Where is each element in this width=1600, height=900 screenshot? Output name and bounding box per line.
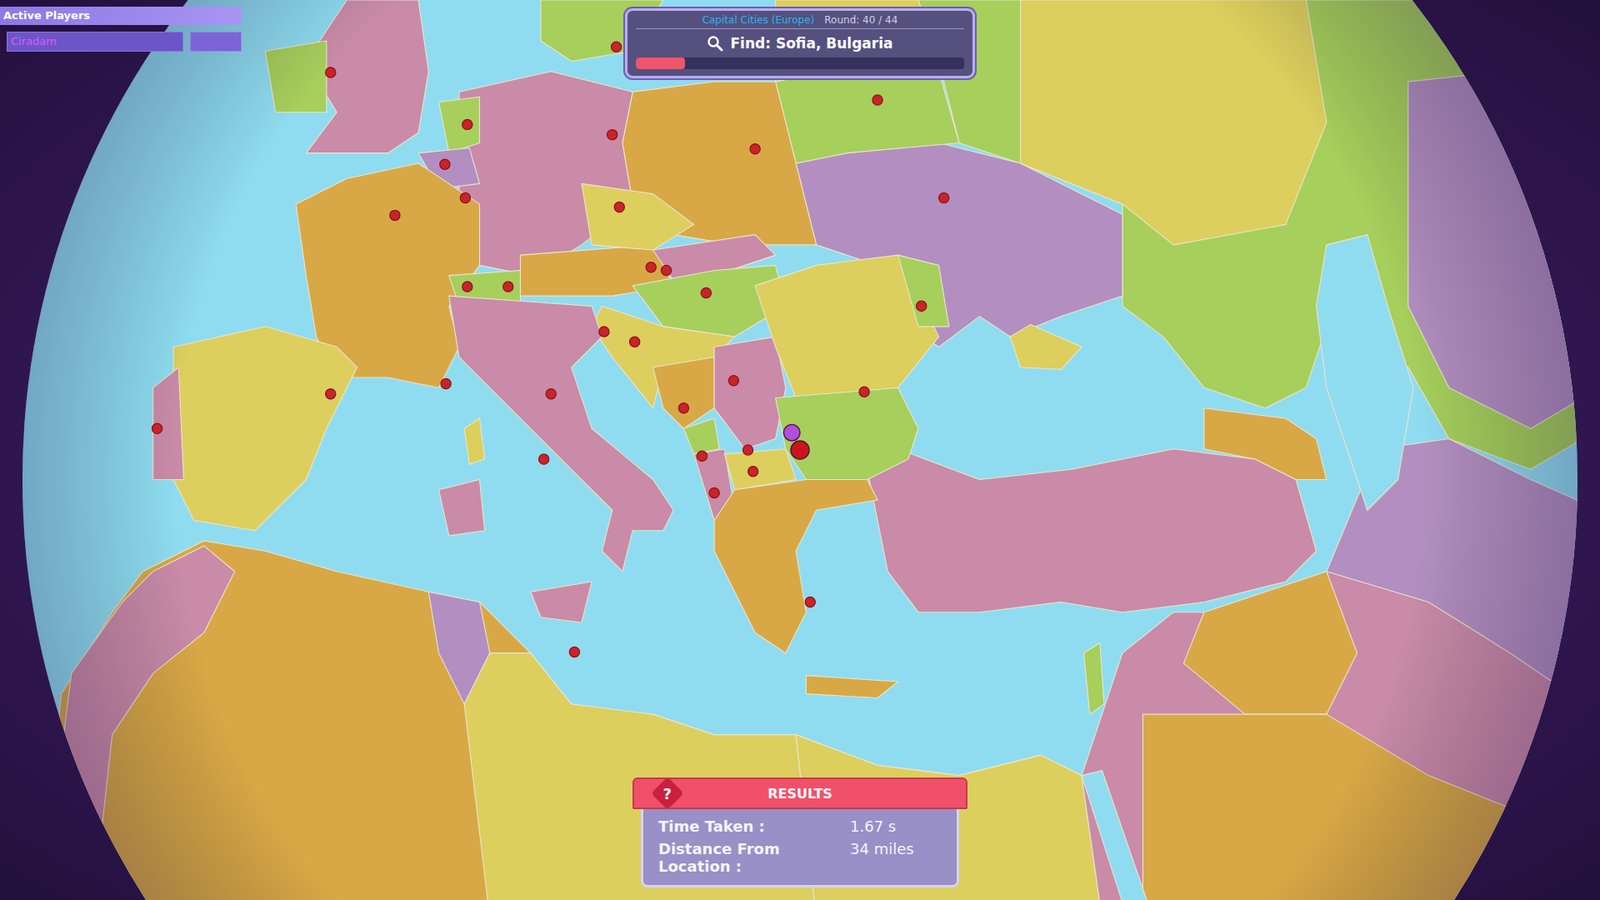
result-value: 34 miles [850, 840, 942, 875]
players-panel: Active Players Ciradam [0, 6, 242, 52]
capital-pin [460, 192, 470, 203]
result-value: 1.67 s [850, 817, 942, 835]
round-header: Capital Cities (Europe) Round: 40 / 44 [635, 14, 965, 30]
capital-pin [503, 281, 514, 292]
players-title: Active Players [0, 6, 242, 25]
question-mark: ? [663, 784, 672, 802]
player-name: Ciradam [6, 31, 184, 52]
timer-fill [635, 57, 685, 70]
capital-pin [462, 281, 473, 292]
capital-pin [325, 389, 336, 400]
capital-pin [709, 487, 720, 498]
capital-pin [805, 596, 815, 607]
player-row: Ciradam [0, 31, 242, 52]
results-title: RESULTS [767, 785, 833, 802]
capital-pin [462, 119, 473, 130]
capital-pin [151, 423, 162, 434]
timer-track [635, 57, 965, 70]
capital-pin [660, 265, 671, 275]
capital-pin [614, 201, 625, 212]
capital-pin [545, 389, 556, 400]
result-label: Distance From Location : [658, 840, 842, 875]
capital-pin [539, 454, 550, 465]
capital-pin [440, 159, 450, 170]
capital-pin [645, 262, 656, 273]
capital-pin [325, 67, 336, 78]
capital-pin [859, 386, 870, 397]
capital-pin [916, 300, 927, 311]
search-icon [706, 35, 724, 52]
question-icon: ? [650, 776, 685, 810]
result-row: Distance From Location :34 miles [658, 840, 942, 875]
find-prompt: Find: Sofia, Bulgaria [635, 32, 965, 55]
capital-pin [678, 403, 689, 414]
results-header: ? RESULTS [632, 777, 968, 810]
find-text: Find: Sofia, Bulgaria [730, 35, 893, 52]
capital-pin [748, 466, 759, 477]
player-score-box [190, 31, 242, 52]
results-body: Time Taken : 1.67 s Distance From Location… [640, 809, 960, 888]
round-counter: Round: 40 / 44 [824, 14, 898, 26]
guess-marker [783, 424, 800, 441]
capital-pin [700, 287, 711, 298]
capital-pin [599, 326, 610, 337]
globe-map[interactable] [0, 0, 1600, 900]
capital-pin [390, 210, 400, 220]
capital-pin [607, 130, 618, 140]
results-panel: ? RESULTSTime Taken : 1.67 s Distance From … [632, 777, 968, 888]
result-label: Time Taken : [658, 817, 765, 835]
answer-marker [790, 440, 810, 460]
capital-pin [872, 95, 883, 105]
capital-pin [630, 336, 640, 347]
capital-pin [610, 41, 621, 52]
quiz-mode: Capital Cities (Europe) [702, 14, 815, 26]
capital-pin [750, 144, 760, 155]
capital-pin [939, 192, 950, 203]
capital-pin [569, 646, 580, 657]
capital-pin [742, 445, 753, 455]
capital-pin [696, 450, 707, 461]
round-panel: Capital Cities (Europe) Round: 40 / 44 Fin… [625, 8, 975, 79]
capital-pin [440, 378, 451, 389]
capital-pin [728, 375, 739, 386]
result-row: Time Taken : 1.67 s [658, 817, 942, 835]
